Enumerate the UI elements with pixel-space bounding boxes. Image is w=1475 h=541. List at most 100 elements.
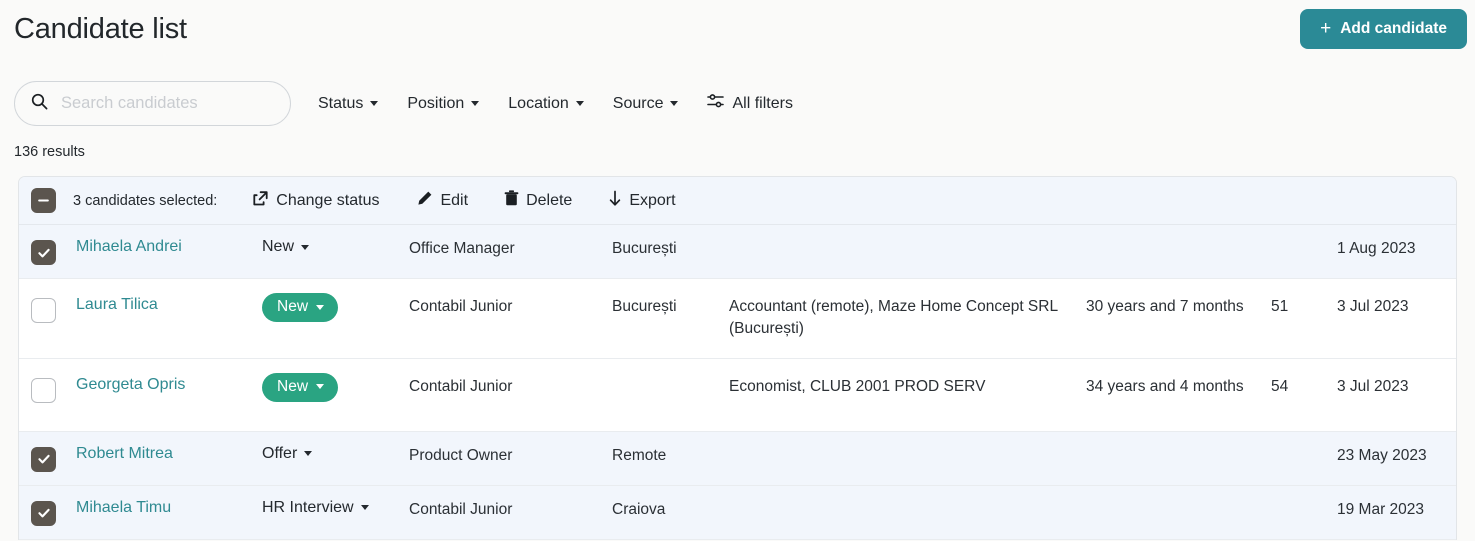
minus-icon	[38, 199, 49, 202]
filter-source-label: Source	[612, 94, 664, 112]
delete-label: Delete	[526, 191, 573, 209]
all-filters-label: All filters	[732, 94, 793, 112]
status-cell: New	[262, 238, 409, 256]
search-icon	[31, 93, 48, 115]
candidate-name-cell: Georgeta Opris	[76, 376, 262, 394]
chevron-down-icon	[301, 244, 310, 250]
date-cell: 1 Aug 2023	[1337, 240, 1416, 257]
row-checkbox[interactable]	[31, 240, 56, 265]
edit-button[interactable]: Edit	[417, 190, 468, 211]
row-checkbox[interactable]	[31, 500, 56, 526]
table-row[interactable]: Mihaela Andrei New Office Manager Bucure…	[19, 225, 1456, 279]
chevron-down-icon	[316, 304, 325, 310]
status-label: HR Interview	[262, 498, 354, 516]
position-cell: Product Owner	[409, 446, 513, 464]
all-filters-button[interactable]: All filters	[707, 81, 793, 126]
row-checkbox-cell	[31, 499, 76, 526]
filter-status-label: Status	[318, 94, 364, 112]
location-cell: Remote	[612, 446, 667, 464]
row-checkbox[interactable]	[31, 446, 56, 472]
chevron-down-icon	[370, 101, 379, 106]
table-row[interactable]: Mihaela Timu HR Interview Contabil Junio…	[19, 485, 1456, 540]
filter-location-label: Location	[508, 94, 569, 112]
check-icon	[37, 248, 50, 257]
position-cell: Contabil Junior	[409, 377, 513, 395]
status-cell: Offer	[262, 445, 409, 463]
experience-cell: Economist, CLUB 2001 PROD SERV	[729, 377, 986, 395]
status-cell: New	[262, 293, 409, 325]
search-box[interactable]	[14, 81, 291, 126]
row-checkbox-cell	[31, 296, 76, 328]
candidates-table: 3 candidates selected: Change status Edi…	[18, 176, 1457, 540]
status-dropdown[interactable]: Offer	[262, 444, 313, 463]
row-checkbox[interactable]	[31, 298, 56, 323]
status-label: New	[277, 377, 309, 395]
date-cell: 3 Jul 2023	[1337, 377, 1409, 395]
chevron-down-icon	[316, 384, 325, 390]
row-checkbox-cell	[31, 376, 76, 408]
change-status-label: Change status	[276, 191, 380, 209]
plus-icon: +	[1320, 17, 1332, 39]
date-cell: 19 Mar 2023	[1337, 500, 1425, 518]
status-cell: New	[262, 372, 409, 405]
chevron-down-icon	[304, 451, 313, 457]
table-row[interactable]: Laura Tilica New Contabil Junior Bucureș…	[19, 279, 1456, 359]
bulk-action-bar: 3 candidates selected: Change status Edi…	[19, 177, 1456, 225]
add-candidate-button[interactable]: + Add candidate	[1300, 9, 1467, 49]
chevron-down-icon	[471, 101, 480, 106]
filter-position[interactable]: Position	[407, 81, 480, 126]
position-cell: Contabil Junior	[409, 500, 513, 518]
candidate-name-link[interactable]: Mihaela Andrei	[76, 238, 182, 255]
filter-bar: Status Position Location Source	[14, 81, 793, 126]
row-checkbox[interactable]	[31, 377, 56, 403]
select-all-checkbox[interactable]	[31, 188, 56, 213]
score-cell: 51	[1271, 298, 1289, 315]
search-input[interactable]	[61, 94, 276, 113]
row-checkbox-cell	[31, 238, 76, 265]
download-arrow-icon	[608, 190, 622, 212]
table-row[interactable]: Georgeta Opris New Contabil Junior Econo…	[19, 358, 1456, 432]
change-status-button[interactable]: Change status	[252, 190, 379, 212]
add-candidate-label: Add candidate	[1340, 20, 1447, 37]
location-cell: București	[612, 240, 677, 257]
candidate-name-cell: Mihaela Andrei	[76, 238, 262, 256]
filter-position-label: Position	[407, 94, 465, 112]
chevron-down-icon	[360, 505, 369, 511]
status-dropdown[interactable]: New	[262, 238, 310, 256]
experience-cell: Accountant (remote), Maze Home Concept S…	[729, 298, 1058, 338]
export-label: Export	[629, 191, 676, 209]
selected-count-label: 3 candidates selected:	[73, 192, 218, 209]
candidate-name-link[interactable]: Robert Mitrea	[76, 445, 173, 462]
candidate-name-cell: Laura Tilica	[76, 296, 262, 314]
date-cell: 23 May 2023	[1337, 446, 1427, 464]
date-cell: 3 Jul 2023	[1337, 298, 1409, 315]
score-cell: 54	[1271, 377, 1289, 395]
table-row[interactable]: Robert Mitrea Offer Product Owner Remote…	[19, 431, 1456, 486]
status-dropdown[interactable]: HR Interview	[262, 499, 369, 517]
page-header: Candidate list + Add candidate	[0, 0, 1475, 58]
age-cell: 34 years and 4 months	[1086, 377, 1244, 395]
status-label: Offer	[262, 444, 298, 462]
filter-location[interactable]: Location	[508, 81, 584, 126]
export-button[interactable]: Export	[608, 190, 676, 212]
candidate-name-link[interactable]: Georgeta Opris	[76, 376, 185, 393]
position-cell: Contabil Junior	[409, 298, 513, 315]
chevron-down-icon	[670, 101, 679, 106]
chevron-down-icon	[575, 101, 584, 106]
age-cell: 30 years and 7 months	[1086, 298, 1244, 315]
status-badge[interactable]: New	[262, 372, 339, 402]
status-badge[interactable]: New	[262, 293, 339, 322]
row-checkbox-cell	[31, 445, 76, 472]
candidate-name-cell: Mihaela Timu	[76, 499, 262, 517]
delete-button[interactable]: Delete	[504, 190, 572, 211]
status-label: New	[262, 238, 295, 255]
check-icon	[37, 455, 50, 464]
candidate-name-link[interactable]: Laura Tilica	[76, 296, 158, 313]
candidate-name-cell: Robert Mitrea	[76, 445, 262, 463]
position-cell: Office Manager	[409, 240, 515, 257]
location-cell: București	[612, 298, 677, 315]
results-count: 136 results	[14, 144, 85, 160]
filter-source[interactable]: Source	[613, 81, 679, 126]
filter-status[interactable]: Status	[318, 81, 379, 126]
candidate-name-link[interactable]: Mihaela Timu	[76, 499, 171, 516]
